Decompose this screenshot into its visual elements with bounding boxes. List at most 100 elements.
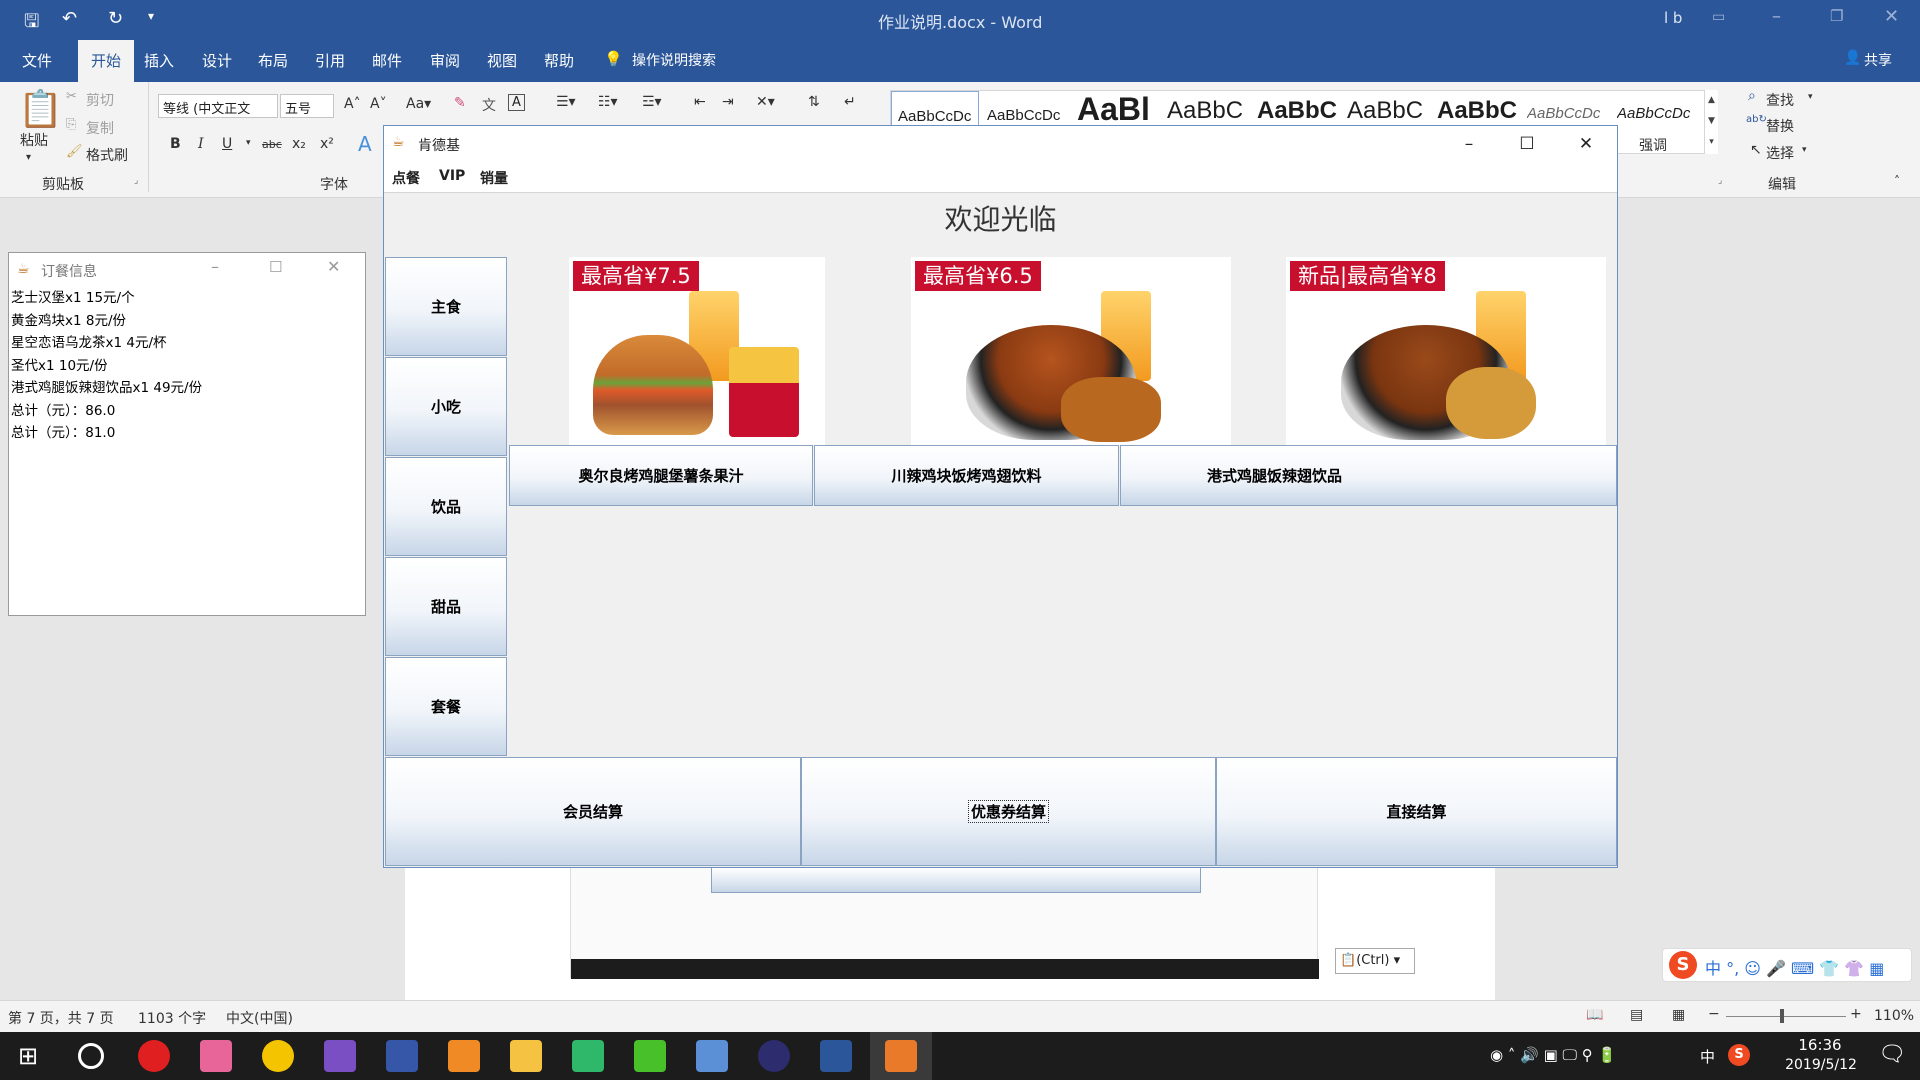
word-count[interactable]: 1103 个字 [138, 1008, 206, 1028]
java-app-taskbar-active[interactable] [870, 1032, 932, 1080]
strikethrough-icon[interactable]: abc [262, 138, 282, 151]
collapse-ribbon-icon[interactable]: ˄ [1894, 174, 1900, 188]
order-title-bar[interactable]: ☕ 订餐信息 – ☐ ✕ [9, 253, 365, 287]
zoom-in-icon[interactable]: + [1850, 1006, 1862, 1022]
redo-icon[interactable]: ↻ [108, 8, 123, 29]
order-info-window[interactable]: ☕ 订餐信息 – ☐ ✕ 芝士汉堡x1 15元/个 黄金鸡块x1 8元/份 星空… [8, 252, 366, 616]
food-button-burger-combo[interactable]: 奥尔良烤鸡腿堡薯条果汁 [509, 445, 813, 506]
zoom-thumb[interactable] [1780, 1009, 1784, 1023]
ime-indicator[interactable]: 中 [1700, 1046, 1715, 1067]
close-icon[interactable]: ✕ [327, 257, 340, 276]
minimize-icon[interactable]: – [211, 257, 219, 276]
visio-icon[interactable] [386, 1040, 418, 1072]
food-image-chicken-rice[interactable]: 最高省¥6.5 [911, 257, 1231, 445]
tab-layout[interactable]: 布局 [258, 50, 288, 71]
decrease-indent-icon[interactable]: ⇤ [694, 94, 706, 110]
bold-icon[interactable]: B [170, 136, 181, 152]
maximize-icon[interactable]: ☐ [1512, 134, 1542, 154]
format-painter-button[interactable]: 格式刷 [86, 145, 128, 165]
zoom-level[interactable]: 110% [1874, 1008, 1914, 1024]
tab-review[interactable]: 审阅 [430, 50, 460, 71]
replace-button[interactable]: 替换 [1766, 116, 1794, 136]
maximize-icon[interactable]: ☐ [269, 258, 282, 276]
iqiyi-icon[interactable] [634, 1040, 666, 1072]
tab-mailings[interactable]: 邮件 [372, 50, 402, 71]
multilevel-list-icon[interactable]: ☲▾ [642, 94, 662, 110]
clock-date[interactable]: 2019/5/12 [1774, 1057, 1868, 1073]
sort-icon[interactable]: ⇅ [808, 94, 820, 110]
web-layout-icon[interactable]: ▦ [1672, 1007, 1685, 1023]
tray-icons[interactable]: ◉ ˄ 🔊 ▣ 🖵 ⚲ 🔋 [1490, 1046, 1616, 1064]
app-icon[interactable] [448, 1040, 480, 1072]
kfc-window[interactable]: ☕ 肯德基 – ☐ ✕ 点餐 VIP 销量 欢迎光临 主食 小吃 饮品 甜品 套… [383, 125, 1618, 868]
visual-studio-icon[interactable] [324, 1040, 356, 1072]
food-image-hk-chicken-rice[interactable]: 新品|最高省¥8 [1286, 257, 1606, 445]
page-count[interactable]: 第 7 页，共 7 页 [8, 1008, 114, 1028]
minimize-icon[interactable]: – [1454, 134, 1484, 154]
sogou-tray-icon[interactable]: S [1728, 1044, 1750, 1066]
superscript-icon[interactable]: x² [320, 136, 334, 152]
category-snack-button[interactable]: 小吃 [385, 357, 507, 456]
paste-options-button[interactable]: 📋(Ctrl) ▾ [1335, 948, 1415, 974]
restore-icon[interactable]: ❐ [1830, 7, 1843, 25]
select-dropdown-icon[interactable]: ▾ [1802, 145, 1807, 155]
eclipse-icon[interactable] [758, 1040, 790, 1072]
category-dessert-button[interactable]: 甜品 [385, 557, 507, 656]
tab-help[interactable]: 帮助 [544, 50, 574, 71]
category-drink-button[interactable]: 饮品 [385, 457, 507, 556]
tell-me-search[interactable]: 操作说明搜索 [632, 50, 716, 70]
increase-indent-icon[interactable]: ⇥ [722, 94, 734, 110]
paste-icon[interactable]: 📋 [18, 88, 63, 130]
font-size-combo[interactable]: 五号 [280, 94, 334, 118]
customize-toolbar-icon[interactable]: ▾ [148, 9, 154, 23]
change-case-icon[interactable]: Aa▾ [406, 96, 431, 112]
category-staple-button[interactable]: 主食 [385, 257, 507, 356]
chat-app-icon[interactable] [696, 1040, 728, 1072]
user-name[interactable]: l b [1664, 9, 1682, 27]
copy-button[interactable]: 复制 [86, 118, 114, 138]
underline-dropdown-icon[interactable]: ▾ [246, 138, 251, 148]
browser-icon[interactable] [262, 1040, 294, 1072]
zoom-slider[interactable] [1726, 1016, 1846, 1017]
food-button-chicken-rice[interactable]: 川辣鸡块饭烤鸡翅饮料 [814, 445, 1119, 506]
close-icon[interactable]: ✕ [1884, 6, 1899, 27]
show-marks-icon[interactable]: ↵ [844, 94, 856, 110]
char-border-icon[interactable]: A [508, 94, 525, 111]
chinese-layout-icon[interactable]: ✕▾ [756, 94, 775, 110]
save-icon[interactable]: 🖫 [24, 9, 39, 39]
close-icon[interactable]: ✕ [1571, 134, 1601, 154]
find-dropdown-icon[interactable]: ▾ [1808, 92, 1813, 102]
italic-icon[interactable]: I [198, 136, 204, 152]
ime-mode-icon[interactable]: 中 °, ☺ 🎤 ⌨ 👕 👚 ▦ [1705, 955, 1884, 979]
font-name-combo[interactable]: 等线 (中文正文 [158, 94, 278, 118]
undo-icon[interactable]: ↶ [62, 8, 77, 29]
ime-toolbar[interactable]: S 中 °, ☺ 🎤 ⌨ 👕 👚 ▦ [1662, 948, 1912, 982]
ribbon-display-icon[interactable]: ▭ [1712, 9, 1725, 25]
menu-vip[interactable]: VIP [439, 168, 465, 184]
text-effects-icon[interactable]: A [358, 132, 372, 156]
tab-design[interactable]: 设计 [202, 50, 232, 71]
tab-home[interactable]: 开始 [78, 40, 134, 82]
minimize-icon[interactable]: – [1772, 6, 1781, 27]
zoom-out-icon[interactable]: − [1708, 1006, 1720, 1022]
file-explorer-icon[interactable] [510, 1040, 542, 1072]
paste-label[interactable]: 粘贴 [20, 130, 48, 150]
paste-dropdown-icon[interactable]: ▾ [26, 152, 31, 163]
food-button-hk-chicken-rice[interactable]: 港式鸡腿饭辣翅饮品 [1120, 445, 1617, 506]
styles-scroll[interactable]: ▲ ▼ ▾ [1704, 90, 1718, 154]
numbering-icon[interactable]: ☷▾ [598, 94, 618, 110]
tab-references[interactable]: 引用 [315, 50, 345, 71]
kfc-title-bar[interactable]: ☕ 肯德基 – ☐ ✕ [384, 126, 1617, 162]
windows-start-icon[interactable]: ⊞ [18, 1042, 38, 1070]
tab-file[interactable]: 文件 [22, 50, 52, 71]
share-button[interactable]: 共享 [1864, 50, 1892, 70]
tab-view[interactable]: 视图 [487, 50, 517, 71]
member-checkout-button[interactable]: 会员结算 [385, 757, 801, 866]
food-image-burger-combo[interactable]: 最高省¥7.5 [569, 257, 825, 445]
cut-button[interactable]: 剪切 [86, 90, 114, 110]
bilibili-icon[interactable] [200, 1040, 232, 1072]
clock-time[interactable]: 16:36 [1788, 1036, 1852, 1054]
read-mode-icon[interactable]: 📖 [1586, 1007, 1603, 1023]
shrink-font-icon[interactable]: A˅ [370, 96, 387, 112]
grow-font-icon[interactable]: A˄ [344, 96, 361, 112]
